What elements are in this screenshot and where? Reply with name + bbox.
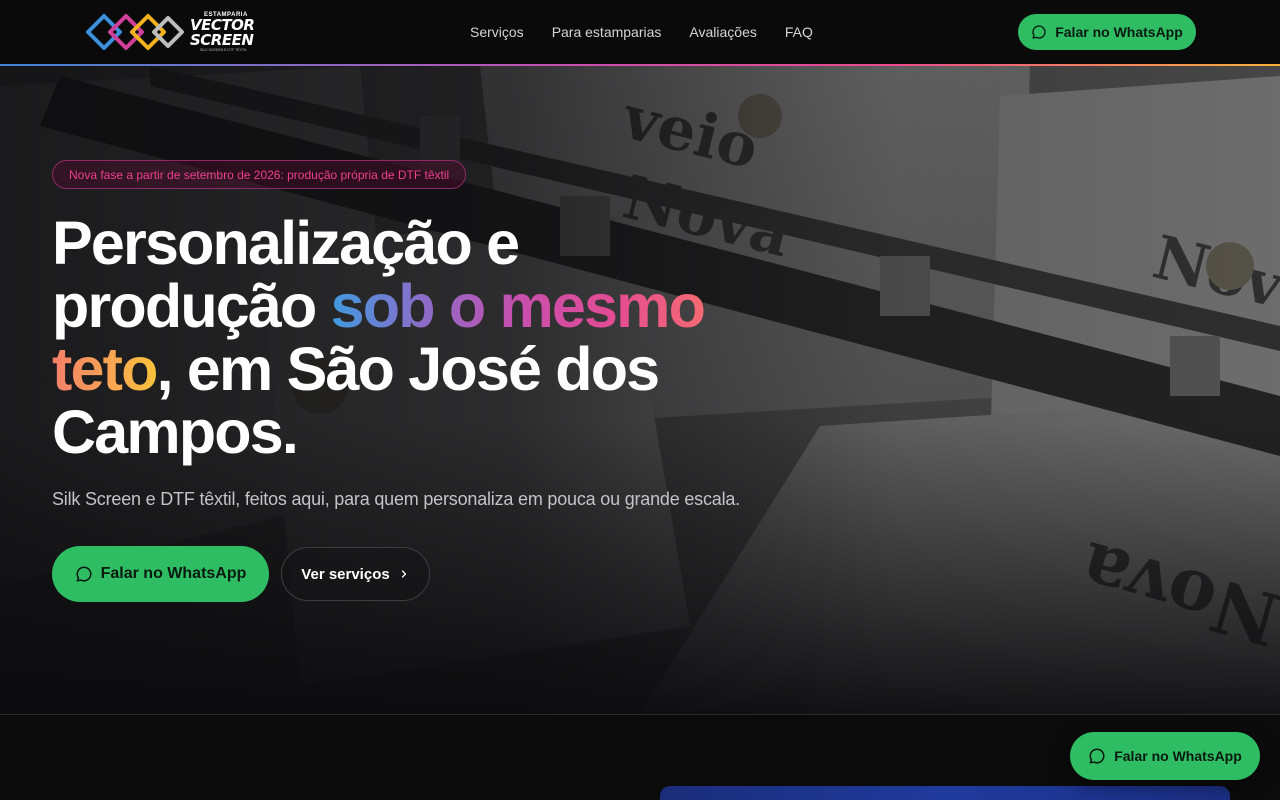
brand-logo[interactable]: ESTAMPARIA VECTOR SCREEN SILK SCREEN E D… — [84, 10, 260, 54]
view-services-button[interactable]: Ver serviços — [281, 547, 430, 601]
hero-headline: Personalização e produção sob o mesmo te… — [52, 212, 772, 464]
nav-para-estamparias[interactable]: Para estamparias — [552, 24, 662, 40]
brand-name-line2: SCREEN — [190, 30, 254, 49]
whatsapp-icon — [76, 566, 92, 582]
headline-highlight-1: sob o mesmo — [330, 272, 706, 340]
hero-subtitle: Silk Screen e DTF têxtil, feitos aqui, p… — [52, 489, 740, 509]
nav-servicos[interactable]: Serviços — [470, 24, 524, 40]
whatsapp-icon — [1089, 748, 1105, 764]
hero-section: veio Nova Nova Nova Nova fase a partir d… — [0, 66, 1280, 714]
header-whatsapp-button[interactable]: Falar no WhatsApp — [1018, 14, 1196, 50]
header-gradient-line — [0, 64, 1280, 66]
chevron-right-icon — [401, 570, 406, 578]
nav-avaliacoes[interactable]: Avaliações — [689, 24, 756, 40]
site-header: ESTAMPARIA VECTOR SCREEN SILK SCREEN E D… — [0, 0, 1280, 64]
floating-whatsapp-button[interactable]: Falar no WhatsApp — [1070, 732, 1260, 780]
logo-diamonds-icon — [86, 14, 184, 50]
main-nav: Serviços Para estamparias Avaliações FAQ — [470, 0, 813, 64]
brand-tagline: SILK SCREEN E DTF TÊXTIL — [200, 47, 248, 52]
section-divider — [0, 714, 1280, 715]
header-whatsapp-label: Falar no WhatsApp — [1055, 24, 1183, 40]
whatsapp-icon — [1032, 25, 1046, 39]
next-section-image — [660, 786, 1230, 800]
hero-whatsapp-label: Falar no WhatsApp — [100, 565, 247, 582]
nav-faq[interactable]: FAQ — [785, 24, 813, 40]
announcement-badge: Nova fase a partir de setembro de 2026: … — [52, 160, 467, 189]
headline-highlight-2: teto — [52, 335, 158, 403]
brand-wordmark: ESTAMPARIA VECTOR SCREEN SILK SCREEN E D… — [190, 12, 255, 53]
view-services-label: Ver serviços — [301, 565, 390, 583]
hero-whatsapp-button[interactable]: Falar no WhatsApp — [52, 546, 269, 602]
floating-whatsapp-label: Falar no WhatsApp — [1114, 748, 1242, 764]
